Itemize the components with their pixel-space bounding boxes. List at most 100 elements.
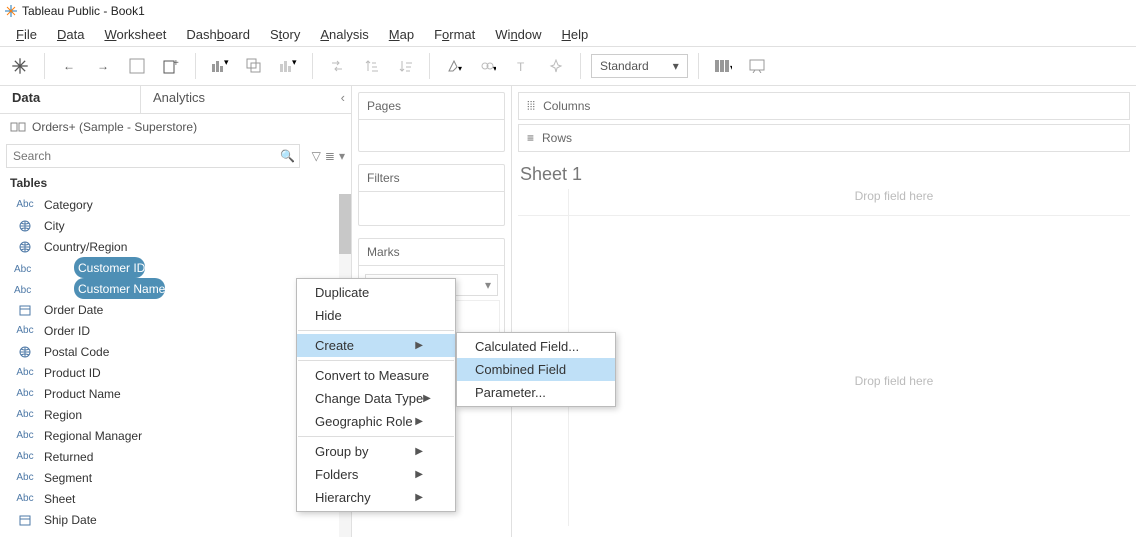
collapse-icon[interactable]: ‹ xyxy=(341,90,345,105)
new-worksheet-button[interactable]: ▾ xyxy=(206,52,234,80)
clear-button[interactable]: ▾ xyxy=(274,52,302,80)
menu-dashboard[interactable]: Dashboard xyxy=(176,25,260,44)
group-button[interactable]: ▾ xyxy=(474,52,502,80)
fit-label: Standard xyxy=(600,59,649,73)
save-button[interactable] xyxy=(123,52,151,80)
menu-analysis[interactable]: Analysis xyxy=(310,25,378,44)
menu-story[interactable]: Story xyxy=(260,25,310,44)
field-type-icon: Abc xyxy=(14,472,36,483)
ctx-parameter[interactable]: Parameter... xyxy=(457,381,615,404)
chevron-down-icon: ▾ xyxy=(673,59,679,73)
field-category[interactable]: AbcCategory xyxy=(0,194,351,215)
ctx-combined-field[interactable]: Combined Field xyxy=(457,358,615,381)
rows-shelf[interactable]: ≡ Rows xyxy=(518,124,1130,152)
ctx-duplicate[interactable]: Duplicate xyxy=(297,281,455,304)
drop-hint-top: Drop field here xyxy=(855,189,934,203)
window-title: Tableau Public - Book1 xyxy=(22,4,145,18)
svg-text:▾: ▾ xyxy=(493,64,496,73)
svg-text:▾: ▾ xyxy=(224,58,229,67)
canvas: ⦙⦙⦙ Columns ≡ Rows Sheet 1 Drop field he… xyxy=(512,86,1136,537)
field-type-icon: Abc xyxy=(14,493,36,504)
svg-text:T: T xyxy=(517,60,525,73)
show-me-button[interactable]: ▾ xyxy=(709,52,737,80)
field-type-icon: Abc xyxy=(0,282,36,296)
search-input[interactable] xyxy=(7,149,277,163)
menu-file[interactable]: File xyxy=(6,25,47,44)
field-ship-date[interactable]: Ship Date xyxy=(0,509,351,530)
highlight-button[interactable]: ▾ xyxy=(440,52,468,80)
pin-button[interactable] xyxy=(542,52,570,80)
menu-window[interactable]: Window xyxy=(485,25,551,44)
ctx-geo-role[interactable]: Geographic Role▶ xyxy=(297,410,455,433)
sheet-title[interactable]: Sheet 1 xyxy=(518,160,1130,189)
chevron-down-icon[interactable]: ▾ xyxy=(339,149,345,163)
datasource-label: Orders+ (Sample - Superstore) xyxy=(32,120,197,134)
datasource-row[interactable]: Orders+ (Sample - Superstore) xyxy=(0,114,351,140)
tableau-icon[interactable] xyxy=(6,52,34,80)
field-type-icon: Abc xyxy=(14,199,36,210)
menu-map[interactable]: Map xyxy=(379,25,424,44)
svg-text:▾: ▾ xyxy=(730,63,732,72)
menu-help[interactable]: Help xyxy=(552,25,599,44)
filters-shelf[interactable]: Filters xyxy=(358,164,505,226)
field-context-menu: Duplicate Hide Create▶ Convert to Measur… xyxy=(296,278,456,512)
ctx-convert[interactable]: Convert to Measure xyxy=(297,364,455,387)
fit-dropdown[interactable]: Standard ▾ xyxy=(591,54,688,78)
presentation-button[interactable] xyxy=(743,52,771,80)
filter-icon[interactable]: ▽ xyxy=(312,149,321,163)
field-type-icon: Abc xyxy=(14,430,36,441)
field-customer-name[interactable]: Customer Name xyxy=(74,278,165,299)
field-city[interactable]: City xyxy=(0,215,351,236)
menu-format[interactable]: Format xyxy=(424,25,485,44)
svg-text:▾: ▾ xyxy=(458,64,462,73)
field-type-icon xyxy=(14,304,36,316)
field-country-region[interactable]: Country/Region xyxy=(0,236,351,257)
columns-shelf[interactable]: ⦙⦙⦙ Columns xyxy=(518,92,1130,120)
menu-bar: File Data Worksheet Dashboard Story Anal… xyxy=(0,22,1136,46)
submenu-arrow-icon: ▶ xyxy=(415,340,423,351)
field-type-icon xyxy=(14,220,36,232)
field-customer-id[interactable]: Customer ID xyxy=(74,257,145,278)
ctx-create[interactable]: Create▶ xyxy=(297,334,455,357)
view-icon[interactable]: ≣ xyxy=(325,149,335,163)
sort-desc-button[interactable] xyxy=(391,52,419,80)
redo-button[interactable]: → xyxy=(89,52,117,80)
label-button[interactable]: T xyxy=(508,52,536,80)
new-data-button[interactable]: + xyxy=(157,52,185,80)
menu-worksheet[interactable]: Worksheet xyxy=(94,25,176,44)
search-icon[interactable]: 🔍 xyxy=(277,149,299,163)
ctx-calc-field[interactable]: Calculated Field... xyxy=(457,335,615,358)
datasource-icon xyxy=(10,120,26,134)
ctx-hierarchy[interactable]: Hierarchy▶ xyxy=(297,486,455,509)
svg-text:▾: ▾ xyxy=(292,58,297,67)
ctx-change-type[interactable]: Change Data Type▶ xyxy=(297,387,455,410)
field-type-icon: Abc xyxy=(14,367,36,378)
field-type-icon xyxy=(14,514,36,526)
ctx-group-by[interactable]: Group by▶ xyxy=(297,440,455,463)
field-type-icon xyxy=(14,241,36,253)
sort-asc-button[interactable] xyxy=(357,52,385,80)
svg-text:+: + xyxy=(173,58,179,69)
field-type-icon: Abc xyxy=(14,325,36,336)
menu-data[interactable]: Data xyxy=(47,25,94,44)
title-bar: Tableau Public - Book1 xyxy=(0,0,1136,22)
tab-analytics[interactable]: Analytics ‹ xyxy=(140,86,351,113)
pages-shelf[interactable]: Pages xyxy=(358,92,505,152)
undo-button[interactable]: ← xyxy=(55,52,83,80)
field-type-icon: Abc xyxy=(0,261,36,275)
swap-button[interactable] xyxy=(323,52,351,80)
tableau-logo-icon xyxy=(4,4,18,18)
scrollbar-thumb[interactable] xyxy=(339,194,351,254)
field-type-icon: Abc xyxy=(14,388,36,399)
rows-icon: ≡ xyxy=(527,131,534,145)
field-type-icon: Abc xyxy=(14,409,36,420)
ctx-hide[interactable]: Hide xyxy=(297,304,455,327)
tables-header: Tables xyxy=(0,172,351,194)
field-type-icon: Abc xyxy=(14,451,36,462)
create-submenu: Calculated Field... Combined Field Param… xyxy=(456,332,616,407)
drop-hint-main: Drop field here xyxy=(855,374,934,388)
ctx-folders[interactable]: Folders▶ xyxy=(297,463,455,486)
duplicate-button[interactable] xyxy=(240,52,268,80)
tab-data[interactable]: Data xyxy=(0,86,140,113)
field-type-icon xyxy=(14,346,36,358)
